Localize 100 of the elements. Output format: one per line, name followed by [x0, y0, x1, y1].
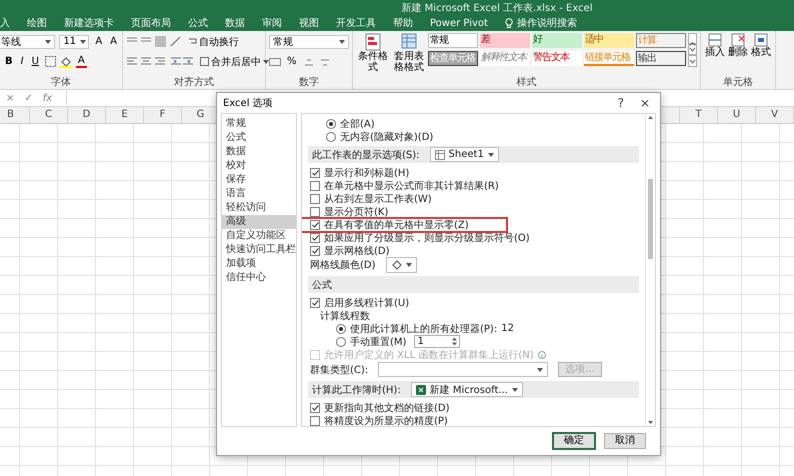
checkbox-label[interactable]: 启用多线程计算(U): [324, 296, 410, 310]
thread-count-spinner[interactable]: 1: [414, 335, 460, 348]
gallery-scroll-icon[interactable]: [688, 33, 697, 67]
close-button[interactable]: ×: [636, 96, 654, 110]
help-button[interactable]: ?: [614, 96, 628, 110]
checkbox[interactable]: [310, 298, 320, 308]
ribbon-tab[interactable]: 视图: [299, 16, 319, 30]
cell-style-swatch[interactable]: 警告文本: [532, 51, 582, 66]
scroll-up-icon[interactable]: [648, 116, 653, 119]
checkbox[interactable]: [310, 232, 320, 242]
checkbox[interactable]: [310, 220, 320, 230]
cell-style-swatch[interactable]: 差: [480, 33, 530, 48]
checkbox[interactable]: [310, 416, 320, 426]
cell-style-swatch[interactable]: 适中: [584, 33, 634, 48]
radio-label[interactable]: 手动重置(M): [350, 334, 406, 348]
column-header[interactable]: V: [756, 107, 794, 123]
caret-icon[interactable]: [263, 60, 269, 64]
ribbon-tab[interactable]: 绘图: [27, 16, 47, 30]
scrollbar[interactable]: [645, 114, 655, 426]
underline-button[interactable]: U: [30, 56, 41, 67]
enter-button[interactable]: ✓: [24, 92, 33, 104]
ribbon-tab[interactable]: 页面布局: [131, 16, 171, 30]
color-picker-button[interactable]: [386, 257, 417, 273]
tell-me-search[interactable]: 操作说明搜索: [516, 16, 577, 30]
checkbox[interactable]: [310, 180, 320, 190]
indent-icon[interactable]: [170, 56, 194, 67]
delete-cells-button[interactable]: 删除: [727, 33, 749, 58]
align-left-icon[interactable]: [126, 56, 166, 67]
format-cells-button[interactable]: 格式: [750, 33, 772, 58]
checkbox[interactable]: [310, 168, 320, 178]
cell-style-swatch[interactable]: 常规: [428, 33, 478, 48]
fill-bucket-icon[interactable]: [60, 56, 72, 68]
checkbox-label[interactable]: 在具有零值的单元格中显示零(Z): [324, 218, 469, 232]
caret-icon[interactable]: [488, 152, 494, 156]
decrease-font-button[interactable]: A: [108, 36, 119, 47]
font-color-button[interactable]: A: [76, 55, 87, 68]
ribbon-tab[interactable]: 公式: [188, 16, 208, 30]
column-header[interactable]: B: [0, 107, 30, 123]
sidebar-item[interactable]: 快速访问工具栏: [222, 243, 296, 257]
sidebar-item[interactable]: 常规: [222, 117, 296, 131]
column-header[interactable]: F: [144, 107, 182, 123]
caret-icon[interactable]: [406, 263, 412, 267]
sidebar-item[interactable]: 校对: [222, 159, 296, 173]
cell-style-swatch[interactable]: 输出: [636, 51, 686, 66]
border-icon[interactable]: [44, 56, 56, 67]
conditional-format-button[interactable]: 条件格式: [356, 33, 390, 73]
cancel-button[interactable]: 取消: [604, 433, 646, 449]
cell-style-swatch[interactable]: 解释性文本: [480, 51, 530, 66]
format-as-table-button[interactable]: 套用表格格式: [392, 33, 426, 73]
merge-center-button[interactable]: 合并后居中: [198, 54, 271, 68]
column-header[interactable]: C: [30, 107, 68, 123]
column-header[interactable]: U: [718, 107, 756, 123]
scroll-down-icon[interactable]: [648, 421, 653, 424]
radio-button[interactable]: [326, 132, 336, 142]
scrollbar-thumb[interactable]: [648, 179, 653, 259]
checkbox[interactable]: [310, 402, 320, 412]
sidebar-item[interactable]: 公式: [222, 131, 296, 145]
font-name-field[interactable]: 等线: [0, 34, 56, 48]
column-header[interactable]: D: [68, 107, 106, 123]
radio-label[interactable]: 使用此计算机上的所有处理器(P):: [350, 322, 498, 336]
caret-icon[interactable]: [537, 368, 544, 372]
checkbox-label[interactable]: 显示分页符(K): [324, 204, 388, 218]
workbook-dropdown[interactable]: 新建 Microsoft...: [410, 382, 523, 397]
ribbon-tab[interactable]: 数据: [225, 16, 245, 30]
number-format-field[interactable]: 常规: [269, 34, 349, 48]
ribbon-tab[interactable]: 帮助: [393, 16, 413, 30]
caret-icon[interactable]: [512, 388, 518, 392]
currency-icon[interactable]: [269, 56, 281, 66]
checkbox-label[interactable]: 显示行和列标题(H): [324, 166, 410, 180]
sidebar-item[interactable]: 保存: [222, 173, 296, 187]
checkbox-label[interactable]: 在单元格中显示公式而非其计算结果(R): [324, 178, 499, 192]
wrap-text-button[interactable]: 自动换行: [186, 34, 241, 48]
italic-button[interactable]: I: [18, 56, 26, 67]
font-size-field[interactable]: 11: [59, 34, 90, 48]
caret-icon[interactable]: [45, 40, 52, 44]
ribbon-tab[interactable]: 入: [0, 16, 10, 30]
checkbox-label[interactable]: 从右到左显示工作表(W): [324, 192, 432, 206]
workbook-dropdown[interactable]: Sheet1: [430, 147, 499, 162]
radio-label[interactable]: 全部(A): [340, 116, 375, 130]
sidebar-item[interactable]: 高级: [222, 215, 296, 229]
insert-cells-button[interactable]: 插入: [704, 33, 726, 58]
cell-style-swatch[interactable]: 好: [532, 33, 582, 48]
checkbox-label[interactable]: 将精度设为所显示的精度(P): [324, 414, 448, 426]
ribbon-tab[interactable]: 审阅: [262, 16, 282, 30]
orientation-icon[interactable]: [170, 36, 182, 47]
sidebar-item[interactable]: 自定义功能区: [222, 229, 296, 243]
column-header[interactable]: T: [680, 107, 718, 123]
ribbon-tab[interactable]: Power Pivot: [430, 18, 488, 28]
sidebar-item[interactable]: 语言: [222, 187, 296, 201]
radio-button[interactable]: [326, 118, 336, 128]
sidebar-item[interactable]: 加载项: [222, 257, 296, 271]
cancel-button[interactable]: ×: [6, 92, 14, 104]
caret-icon[interactable]: [80, 40, 86, 44]
radio-button[interactable]: [336, 324, 346, 334]
increase-font-button[interactable]: A: [93, 36, 104, 47]
radio-label[interactable]: 无内容(隐藏对象)(D): [340, 130, 434, 144]
checkbox[interactable]: [310, 194, 320, 204]
column-header[interactable]: E: [106, 107, 144, 123]
sidebar-item[interactable]: 轻松访问: [222, 201, 296, 215]
ribbon-tab[interactable]: 新建选项卡: [64, 16, 114, 30]
